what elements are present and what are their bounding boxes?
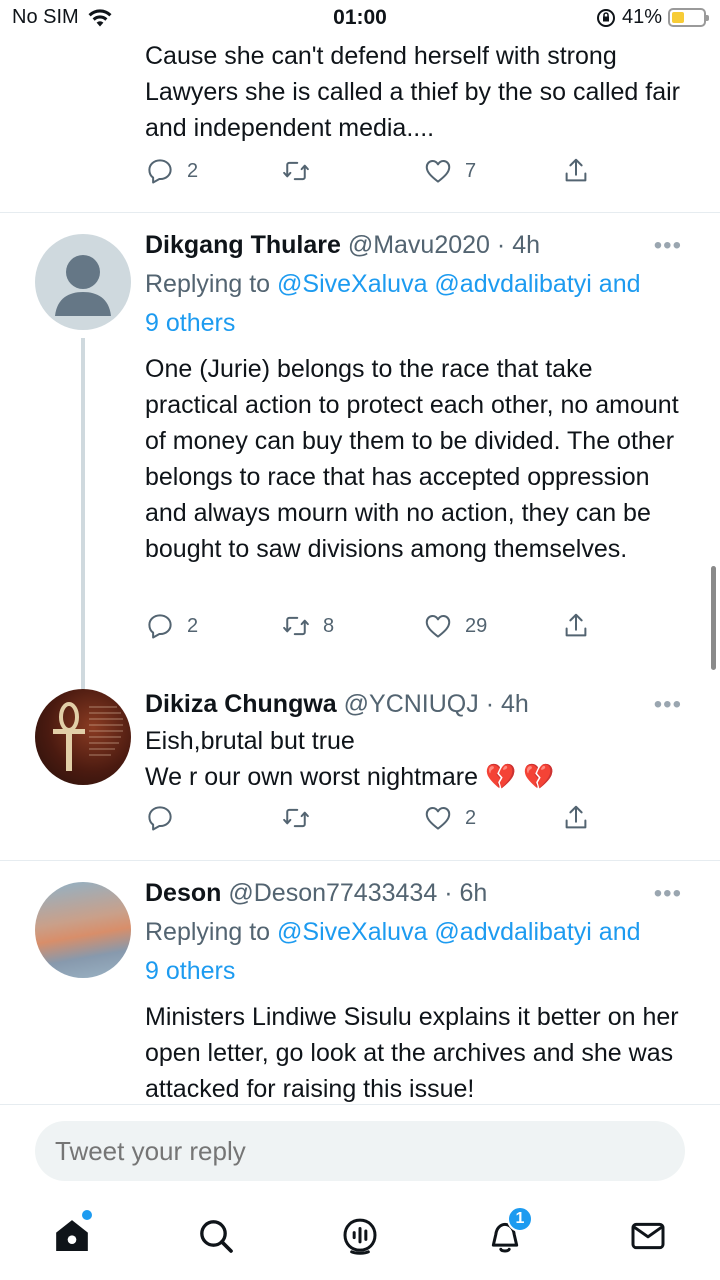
display-name[interactable]: Dikgang Thulare — [145, 231, 341, 259]
nav-home[interactable] — [52, 1210, 92, 1256]
like-icon — [425, 160, 451, 183]
battery-icon — [668, 8, 709, 27]
battery-level — [672, 12, 685, 23]
display-name[interactable]: Deson — [145, 879, 221, 907]
retweet-button[interactable] — [281, 156, 323, 186]
user-handle[interactable]: @Deson77433434 — [228, 879, 437, 907]
retweet-icon — [283, 161, 309, 181]
replying-to-users[interactable]: @SiveXaluva @advdalibatyi and — [277, 918, 640, 946]
status-bar-right: 41% — [596, 6, 709, 29]
reply-icon — [148, 159, 172, 184]
replying-to-prefix: Replying to — [145, 270, 271, 298]
ankh-image — [53, 702, 123, 771]
nav-spaces[interactable] — [340, 1216, 380, 1256]
tweet-text: Cause she can't defend herself with stro… — [145, 42, 680, 142]
more-icon[interactable]: ••• — [654, 691, 682, 719]
more-icon[interactable]: ••• — [654, 232, 682, 260]
replying-to-others[interactable]: 9 others — [145, 309, 235, 337]
like-button[interactable]: 2 — [423, 803, 476, 833]
tweet-time: · 4h — [485, 690, 529, 718]
retweet-count: 8 — [323, 614, 335, 637]
notifications-badge: 1 — [507, 1206, 533, 1232]
tweet-time: · 4h — [496, 231, 541, 259]
reply-count: 2 — [187, 159, 199, 182]
replying-to-others[interactable]: 9 others — [145, 957, 235, 985]
tweet-text-line: Eish,brutal but true — [145, 727, 355, 755]
tweet-header: Deson @Deson77433434 · 6h — [145, 876, 690, 910]
tweet-actions: 2 — [145, 803, 595, 843]
spaces-icon — [343, 1218, 377, 1255]
share-button[interactable] — [561, 611, 591, 641]
divider — [0, 212, 720, 213]
replying-to: Replying to @SiveXaluva @advdalibatyi an… — [145, 913, 690, 991]
avatar[interactable] — [35, 689, 131, 785]
orientation-lock-icon — [596, 8, 615, 27]
tweet-header: Dikgang Thulare @Mavu2020 · 4h — [145, 228, 690, 262]
share-button[interactable] — [561, 803, 591, 833]
reply-button[interactable]: 2 — [145, 156, 198, 186]
more-icon[interactable]: ••• — [654, 880, 682, 908]
home-icon — [56, 1220, 88, 1251]
reply-icon — [148, 614, 172, 639]
user-handle[interactable]: @YCNIUQJ — [344, 690, 479, 718]
reply-count: 2 — [187, 614, 199, 637]
nav-messages[interactable] — [628, 1216, 668, 1256]
like-icon — [425, 615, 451, 638]
divider — [0, 860, 720, 861]
like-button[interactable]: 7 — [423, 156, 476, 186]
retweet-button[interactable]: 8 — [281, 611, 334, 641]
tweet-actions: 2 8 29 — [145, 611, 595, 651]
like-count: 2 — [465, 806, 477, 829]
status-bar-left: No SIM — [12, 6, 113, 29]
replying-to-users[interactable]: @SiveXaluva @advdalibatyi and — [277, 270, 640, 298]
search-icon — [200, 1220, 233, 1253]
replying-to: Replying to @SiveXaluva @advdalibatyi an… — [145, 265, 690, 343]
reply-button[interactable]: 2 — [145, 611, 198, 641]
wifi-icon — [88, 8, 112, 26]
avatar[interactable] — [35, 234, 131, 330]
user-handle[interactable]: @Mavu2020 — [348, 231, 490, 259]
like-count: 7 — [465, 159, 477, 182]
display-name[interactable]: Dikiza Chungwa — [145, 690, 337, 718]
avatar[interactable] — [35, 882, 131, 978]
nav-search[interactable] — [196, 1216, 236, 1256]
thread-line — [81, 338, 85, 693]
reply-button[interactable] — [145, 803, 187, 833]
like-button[interactable]: 29 — [423, 611, 487, 641]
divider — [0, 1104, 720, 1105]
tweet-actions: 2 7 — [145, 156, 595, 196]
battery-percent: 41% — [621, 6, 662, 28]
reply-icon — [148, 806, 172, 831]
retweet-icon — [283, 808, 309, 828]
tweet-text: One (Jurie) belongs to the race that tak… — [145, 355, 679, 563]
like-icon — [425, 807, 451, 830]
share-icon — [565, 613, 587, 637]
tweet-text: Ministers Lindiwe Sisulu explains it bet… — [145, 1003, 679, 1103]
nav-notifications[interactable]: 1 — [485, 1206, 533, 1256]
retweet-icon — [283, 616, 309, 636]
reply-input[interactable] — [35, 1121, 685, 1181]
tweet-time: · 6h — [444, 879, 488, 907]
share-icon — [565, 158, 587, 182]
like-count: 29 — [465, 614, 488, 637]
scrollbar[interactable] — [711, 566, 716, 670]
default-avatar-icon — [55, 255, 111, 316]
share-icon — [565, 805, 587, 829]
tweet-text-line: We r our own worst nightmare 💔 💔 — [145, 763, 555, 791]
share-button[interactable] — [561, 156, 591, 186]
home-unread-dot — [82, 1210, 92, 1220]
bottom-nav: 1 — [0, 1198, 720, 1280]
tweet-header: Dikiza Chungwa @YCNIUQJ · 4h — [145, 687, 690, 721]
messages-icon — [631, 1222, 665, 1250]
status-bar: No SIM 01:00 41% — [0, 0, 720, 36]
retweet-button[interactable] — [281, 803, 323, 833]
tweet-text: Eish,brutal but true We r our own worst … — [145, 723, 690, 795]
carrier-label: No SIM — [12, 6, 79, 28]
replying-to-prefix: Replying to — [145, 918, 271, 946]
